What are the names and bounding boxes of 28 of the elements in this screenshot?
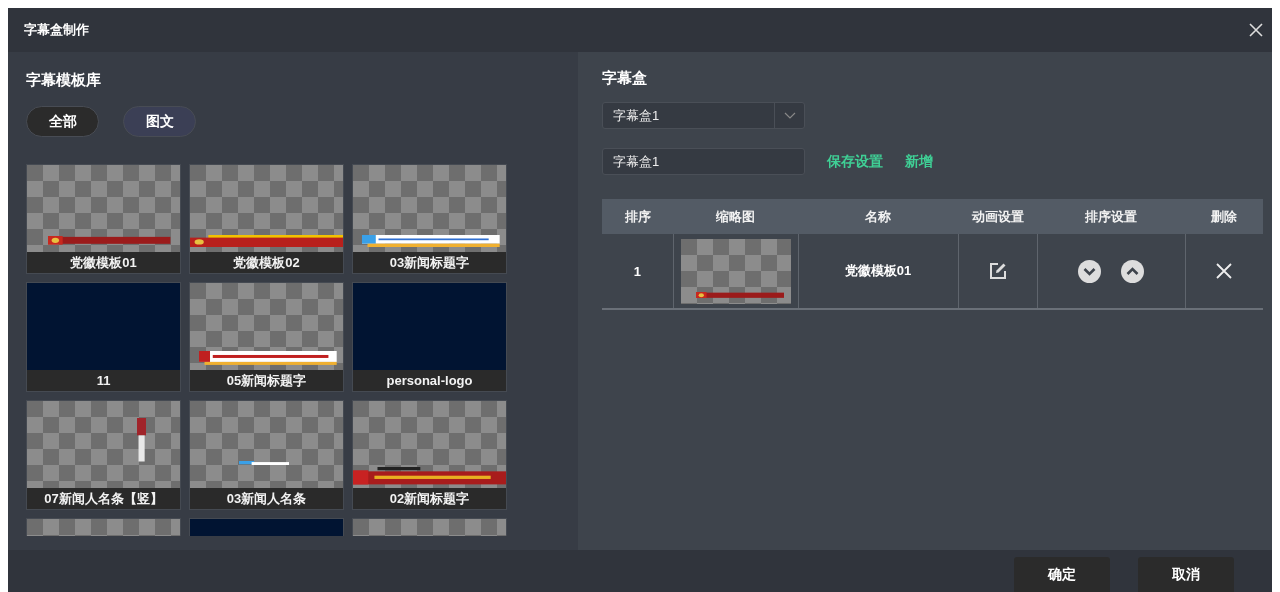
- chevron-down-icon: [783, 111, 796, 120]
- dropdown-value: 字幕盒1: [612, 106, 661, 125]
- column-header: 名称: [798, 199, 958, 234]
- caption-box-dropdown[interactable]: 字幕盒1: [602, 102, 805, 129]
- order-cell: 1: [602, 234, 673, 309]
- filter-tab[interactable]: 图文: [123, 106, 196, 137]
- dialog-button[interactable]: 取消: [1138, 557, 1234, 592]
- library-heading: 字幕模板库: [26, 70, 102, 90]
- edit-icon[interactable]: [987, 261, 1008, 281]
- column-header: 缩略图: [673, 199, 798, 234]
- column-header: 动画设置: [958, 199, 1037, 234]
- dialog-title: 字幕盒制作: [24, 21, 89, 39]
- name-cell: 党徽模板01: [798, 234, 958, 309]
- move-up-icon[interactable]: [1121, 259, 1144, 283]
- filter-tab[interactable]: 全部: [26, 106, 99, 137]
- close-icon[interactable]: [1248, 22, 1264, 38]
- banner-graphic: [238, 461, 290, 466]
- caption-box-heading: 字幕盒: [602, 68, 648, 88]
- column-header: 排序: [602, 199, 673, 234]
- column-header: 删除: [1185, 199, 1263, 234]
- dialog-button[interactable]: 确定: [1014, 557, 1110, 592]
- banner-graphic: [137, 418, 147, 462]
- action-link[interactable]: 新增: [905, 152, 933, 171]
- action-link[interactable]: 保存设置: [827, 152, 883, 171]
- move-down-icon[interactable]: [1078, 259, 1101, 283]
- caption-box-name-field[interactable]: 字幕盒1: [602, 148, 805, 175]
- delete-icon[interactable]: [1216, 263, 1233, 280]
- column-header: 排序设置: [1037, 199, 1185, 234]
